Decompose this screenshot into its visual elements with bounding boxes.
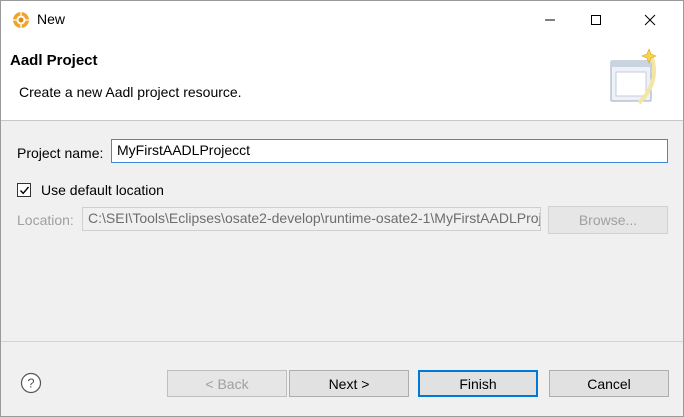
use-default-location-checkbox[interactable] <box>17 183 31 197</box>
minimize-icon <box>545 19 555 21</box>
close-icon <box>644 14 656 26</box>
close-button[interactable] <box>627 1 673 39</box>
window-title: New <box>37 11 66 27</box>
svg-text:?: ? <box>27 376 34 391</box>
checkmark-icon <box>19 186 30 195</box>
page-description: Create a new Aadl project resource. <box>19 84 242 100</box>
browse-button: Browse... <box>548 206 668 234</box>
title-bar[interactable]: New <box>1 1 683 39</box>
footer-divider <box>1 341 683 342</box>
finish-button[interactable]: Finish <box>418 370 538 397</box>
wizard-content: Project name: MyFirstAADLProjecct Use de… <box>1 122 683 342</box>
new-project-wizard-banner-icon <box>605 47 661 109</box>
project-name-label: Project name: <box>17 145 104 161</box>
use-default-location-label[interactable]: Use default location <box>41 182 164 198</box>
cancel-button[interactable]: Cancel <box>549 370 669 397</box>
help-icon[interactable]: ? <box>20 372 42 394</box>
minimize-button[interactable] <box>527 1 573 39</box>
project-name-input[interactable]: MyFirstAADLProjecct <box>111 139 668 163</box>
wizard-banner: Aadl Project Create a new Aadl project r… <box>1 39 683 121</box>
location-label: Location: <box>17 212 74 228</box>
page-title: Aadl Project <box>10 52 98 69</box>
eclipse-new-wizard-icon <box>11 10 31 30</box>
maximize-button[interactable] <box>573 1 619 39</box>
next-button[interactable]: Next > <box>289 370 409 397</box>
location-input: C:\SEI\Tools\Eclipses\osate2-develop\run… <box>82 207 541 231</box>
maximize-icon <box>591 15 601 25</box>
back-button: < Back <box>167 370 287 397</box>
new-project-dialog: New Aadl Project Create a new Aadl proje… <box>0 0 684 417</box>
